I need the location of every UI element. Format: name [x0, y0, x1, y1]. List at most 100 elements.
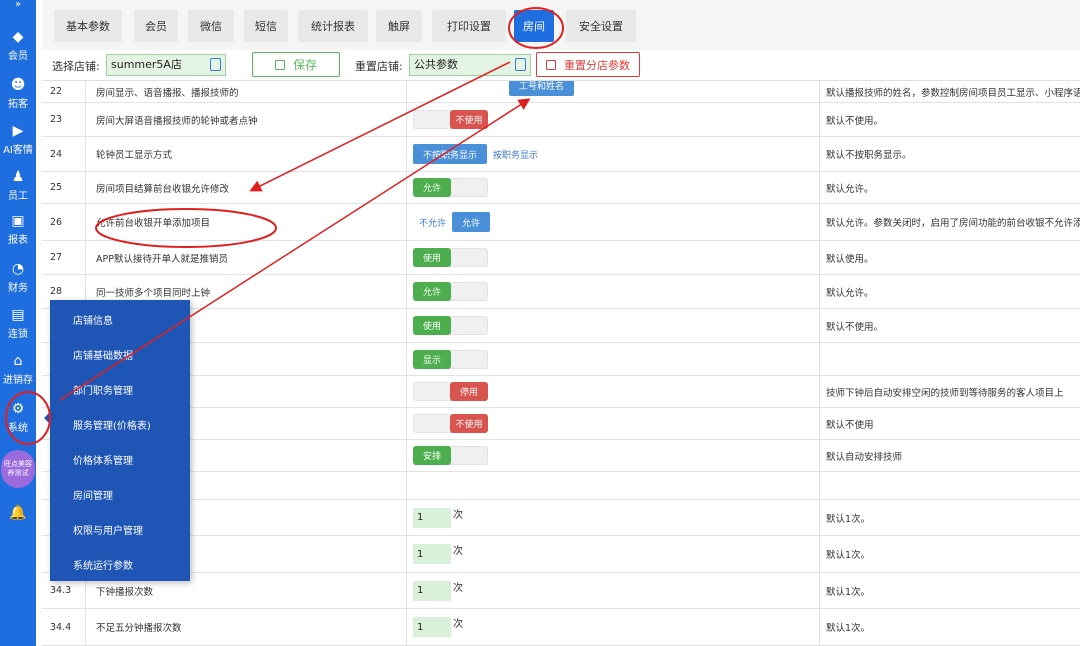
sidebar-item-4[interactable]: ▣ 报表 [0, 208, 36, 252]
option-1[interactable]: 允许 [452, 212, 491, 232]
row-number: 23 [42, 103, 86, 136]
store-avatar-bubble[interactable]: 旺点美容养测试 [1, 450, 35, 488]
option-0[interactable]: 不允许 [413, 212, 452, 232]
toggle-switch[interactable]: 使用 [413, 248, 488, 267]
sidebar-item-0[interactable]: ◆ 会员 [0, 24, 36, 68]
save-button-label: 保存 [292, 58, 317, 72]
toggle-switch[interactable]: 显示 [413, 349, 488, 369]
save-icon [546, 59, 556, 70]
tab-0[interactable]: 基本参数 [54, 10, 122, 42]
option-selected[interactable]: 工号和姓名 [509, 81, 575, 96]
tab-3[interactable]: 短信 [244, 10, 288, 42]
table-row: 师安排默认自动安排技师 [42, 440, 1080, 472]
menu-item-0[interactable]: 店铺信息 [73, 312, 113, 327]
table-row: 22 房间显示、语音播报、播报技师的 工号和姓名 默认播报技师的姓名，参数控制房间项目… [42, 81, 1080, 103]
count-input[interactable]: 1 [413, 580, 451, 601]
toggle-switch[interactable]: 使用 [413, 316, 488, 335]
select-store-label: 选择店铺: [52, 60, 100, 73]
sidebar-item-5[interactable]: ◔ 财务 [0, 256, 36, 300]
system-popup-menu: 店铺信息店铺基础数据 部门职务管理服务管理(价格表) 价格体系管理 房间管理权限与用户… [50, 300, 190, 581]
unit-label: 次 [453, 510, 463, 521]
table-row: 34.4 不足五分钟播报次数 1 次默认1次。 [42, 609, 1080, 646]
reset-store-dropdown[interactable]: 公共参数 [409, 54, 531, 76]
sidebar-item-8[interactable]: ⚙ 系统 [0, 396, 36, 440]
row-number: 26 [42, 204, 86, 240]
row-description [820, 472, 1080, 499]
pointer-icon [210, 58, 221, 71]
menu-item-1[interactable]: 店铺基础数据 [73, 347, 133, 362]
user-icon: ♟ [11, 169, 25, 185]
row-description: 默认使用。 [826, 253, 874, 265]
row-number: 25 [42, 172, 86, 203]
tab-4[interactable]: 统计报表 [298, 10, 368, 42]
row-control: 安排 [407, 440, 820, 471]
row-description: 默认自动安排技师 [826, 451, 903, 463]
toggle-switch[interactable]: 不使用 [413, 414, 488, 433]
select-store-value: summer5A店 [111, 58, 182, 71]
bell-icon[interactable]: 🔔 [0, 505, 36, 521]
tab-1[interactable]: 会员 [134, 10, 178, 42]
unit-label: 次 [453, 619, 463, 630]
option-1[interactable]: 按职务显示 [487, 144, 544, 164]
sidebar-item-label: 拓客 [8, 99, 28, 110]
sidebar-item-3[interactable]: ♟ 员工 [0, 164, 36, 208]
save-button[interactable]: 保存 [252, 52, 340, 77]
toggle-switch[interactable]: 不使用 [413, 110, 488, 129]
sidebar-item-2[interactable]: ▶ AI客情 [0, 118, 36, 162]
reset-branch-params-button[interactable]: 重置分店参数 [536, 52, 640, 77]
row-description: 默认不按职务显示。 [826, 150, 912, 161]
table-row: 1 次默认1次。 [42, 500, 1080, 536]
tab-6[interactable]: 打印设置 [432, 10, 506, 42]
sidebar-item-6[interactable]: ▤ 连锁 [0, 302, 36, 346]
count-input[interactable]: 1 [413, 507, 451, 528]
row-control: 1次 [407, 573, 820, 608]
count-input[interactable]: 1 [413, 544, 451, 564]
tab-8[interactable]: 安全设置 [566, 10, 636, 42]
menu-item-3[interactable]: 服务管理(价格表) [73, 417, 151, 432]
collapse-icon[interactable]: » [0, 0, 36, 12]
sidebar-item-7[interactable]: ⌂ 进销存 [0, 348, 36, 392]
row-control: 工号和姓名 [407, 81, 820, 102]
menu-item-7[interactable]: 系统运行参数 [73, 557, 133, 572]
menu-item-2[interactable]: 部门职务管理 [73, 382, 133, 397]
users-icon: ☻ [10, 77, 26, 93]
tab-5[interactable]: 触屏 [376, 10, 422, 42]
toggle-knob: 使用 [413, 248, 451, 267]
table-row: 28 同一技师多个项目同时上钟 允许 默认允许。 [42, 275, 1080, 309]
row-number: 24 [42, 137, 86, 171]
row-control: 停用 [407, 376, 820, 407]
option-0[interactable]: 不按职务显示 [413, 144, 488, 164]
reset-store-value: 公共参数 [414, 58, 458, 71]
sidebar-item-label: 财务 [8, 283, 28, 294]
select-store-dropdown[interactable]: summer5A店 [106, 54, 226, 76]
diamond-icon: ◆ [12, 29, 24, 45]
menu-item-5[interactable]: 房间管理 [73, 487, 113, 502]
row-number: 34.4 [42, 609, 86, 645]
tab-7[interactable]: 房间 [514, 10, 554, 42]
sidebar-item-label: 进销存 [3, 375, 33, 386]
row-control: 使用 [407, 241, 820, 274]
sidebar-item-1[interactable]: ☻ 拓客 [0, 72, 36, 116]
count-input[interactable]: 1 [413, 617, 451, 637]
row-description: 默认不使用 [826, 419, 874, 431]
store-toolbar: 选择店铺: summer5A店 保存 重置店铺: 公共参数 重置分店参数 [42, 50, 1080, 81]
toggle-switch[interactable]: 安排 [413, 446, 488, 465]
tab-2[interactable]: 微信 [188, 10, 234, 42]
toggle-knob: 停用 [450, 382, 488, 401]
toggle-knob: 显示 [413, 349, 451, 369]
row-control: 显示 [407, 343, 820, 375]
row-control: 允许 [407, 172, 820, 203]
sidebar-item-label: 连锁 [8, 329, 28, 340]
table-row: 1 次默认1次。 [42, 536, 1080, 573]
toggle-switch[interactable]: 停用 [413, 382, 488, 401]
reset-branch-params-label: 重置分店参数 [564, 58, 630, 72]
toggle-switch[interactable]: 允许 [413, 282, 488, 301]
gear-icon: ⚙ [11, 401, 25, 417]
toggle-switch[interactable]: 允许 [413, 178, 488, 197]
menu-item-6[interactable]: 权限与用户管理 [73, 522, 143, 537]
row-description: 默认不使用。 [826, 115, 884, 127]
toggle-knob: 不使用 [450, 110, 488, 129]
row-control: 允许 [407, 275, 820, 308]
table-row: 不使用 默认不使用 [42, 408, 1080, 440]
menu-item-4[interactable]: 价格体系管理 [73, 452, 133, 467]
